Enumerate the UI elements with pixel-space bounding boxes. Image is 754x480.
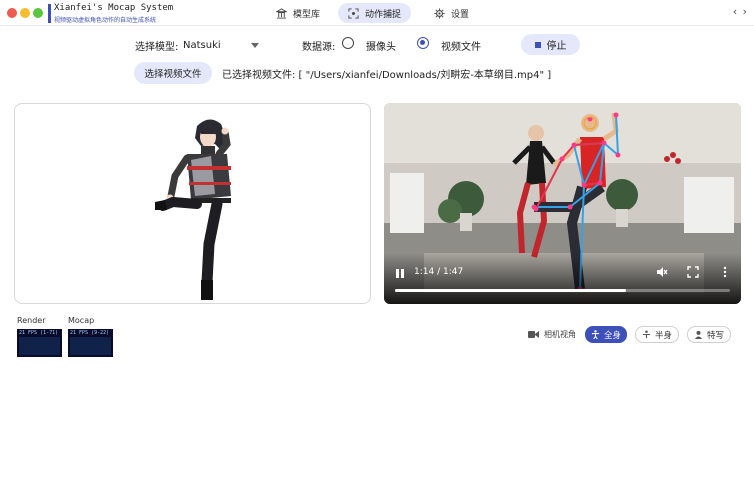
nav-model-library[interactable]: 模型库 xyxy=(266,3,330,23)
mute-icon[interactable] xyxy=(656,266,668,278)
render-viewport[interactable] xyxy=(14,103,371,304)
view-full-body-label: 全身 xyxy=(603,330,621,341)
choose-video-file-button[interactable]: 选择视频文件 xyxy=(134,62,212,84)
brand-accent-bar xyxy=(48,4,51,23)
mocap-fps-graph xyxy=(70,337,111,355)
source-file-radio[interactable] xyxy=(417,37,429,49)
person-half-icon xyxy=(642,330,651,339)
selected-file-path: 已选择视频文件: [ "/Users/xianfei/Downloads/刘畊宏… xyxy=(222,70,552,81)
model-label: 选择模型: xyxy=(135,42,179,53)
stop-button[interactable]: 停止 xyxy=(521,34,580,55)
nav-settings[interactable]: 设置 xyxy=(424,3,479,23)
camera-view-label: 相机视角 xyxy=(544,330,576,339)
model-select-value: Natsuki xyxy=(183,39,221,51)
chevron-down-icon xyxy=(251,42,259,48)
view-half-body-label: 半身 xyxy=(654,330,672,341)
render-fps-monitor[interactable]: 21 FPS (1-71) xyxy=(17,329,62,357)
avatar-figure xyxy=(155,119,231,300)
video-time: 1:14 / 1:47 xyxy=(414,267,464,277)
mocap-fps-monitor[interactable]: 21 FPS (9-22) xyxy=(68,329,113,357)
nav-settings-label: 设置 xyxy=(451,9,470,20)
building-icon xyxy=(276,7,287,19)
app-window: Xianfei's Mocap System 视频驱动虚拟角色动作的自动生成系统… xyxy=(0,0,754,480)
mocap-stats-label: Mocap xyxy=(68,316,95,325)
app-title: Xianfei's Mocap System xyxy=(54,3,174,13)
video-progress-fill xyxy=(395,289,627,292)
camera-view-label-group: 相机视角 xyxy=(528,329,576,340)
maximize-window-button[interactable] xyxy=(33,8,43,18)
app-subtitle: 视频驱动虚拟角色动作的自动生成系统 xyxy=(54,17,157,24)
source-file-label[interactable]: 视频文件 xyxy=(441,38,481,53)
video-player[interactable]: 1:14 / 1:47 xyxy=(384,103,741,304)
stop-button-label: 停止 xyxy=(546,41,567,52)
video-controls-bar xyxy=(384,253,741,304)
view-full-body-button[interactable]: 全身 xyxy=(585,326,627,343)
back-forward-buttons[interactable]: ‹ › xyxy=(733,5,748,18)
view-close-up-label: 特写 xyxy=(706,330,724,341)
gear-icon xyxy=(434,7,445,19)
more-icon[interactable] xyxy=(719,266,731,278)
model-select[interactable]: Natsuki xyxy=(181,36,263,54)
mocap-fps-text: 21 FPS (9-22) xyxy=(70,330,110,336)
video-camera-icon xyxy=(528,331,539,338)
source-camera-radio[interactable] xyxy=(342,37,354,49)
render-stats-label: Render xyxy=(17,316,46,325)
person-bust-icon xyxy=(694,330,703,339)
video-progress-slider[interactable] xyxy=(395,289,730,292)
nav-motion-capture-label: 动作捕捉 xyxy=(365,9,402,20)
pause-icon[interactable] xyxy=(395,269,405,279)
nav-motion-capture[interactable]: 动作捕捉 xyxy=(338,3,412,23)
source-camera-label[interactable]: 摄像头 xyxy=(366,38,396,53)
source-label: 数据源: xyxy=(302,42,336,53)
close-window-button[interactable] xyxy=(7,8,17,18)
render-fps-text: 21 FPS (1-71) xyxy=(19,330,59,336)
render-fps-graph xyxy=(19,337,60,355)
stop-icon xyxy=(534,41,541,48)
capture-icon xyxy=(348,7,359,19)
title-bar: Xianfei's Mocap System 视频驱动虚拟角色动作的自动生成系统… xyxy=(0,0,754,26)
view-close-up-button[interactable]: 特写 xyxy=(687,326,731,343)
minimize-window-button[interactable] xyxy=(20,8,30,18)
view-half-body-button[interactable]: 半身 xyxy=(635,326,679,343)
nav-model-library-label: 模型库 xyxy=(293,9,321,20)
person-standing-icon xyxy=(591,330,600,339)
fullscreen-icon[interactable] xyxy=(687,266,699,278)
